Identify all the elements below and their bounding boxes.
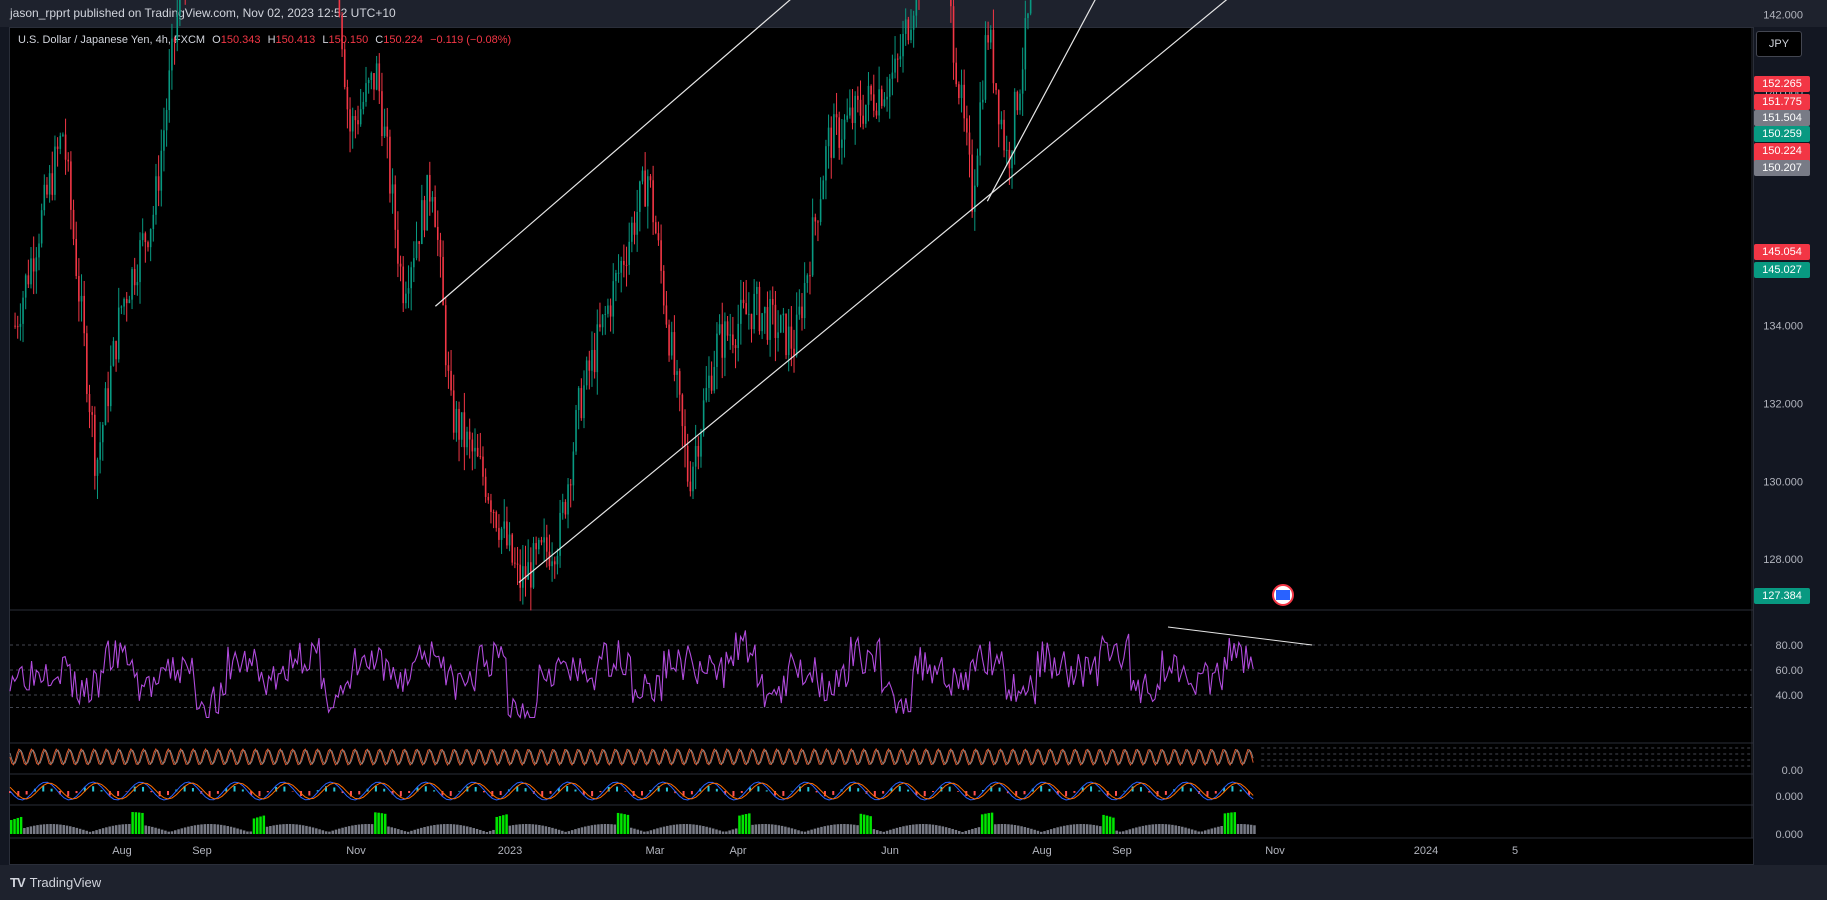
currency-button[interactable]: JPY xyxy=(1756,31,1802,57)
tv-logo-icon: TV xyxy=(10,875,26,890)
price-tag: 145.027 xyxy=(1754,262,1810,278)
macd-tick-label: 0.000 xyxy=(1775,791,1803,803)
tv-logo-text: TradingView xyxy=(29,875,102,890)
rsi-tick-label: 80.00 xyxy=(1775,640,1803,652)
price-tag: 152.265 xyxy=(1754,76,1810,92)
y-tick-label: 134.000 xyxy=(1763,321,1803,333)
high-value: 150.413 xyxy=(275,34,316,46)
y-tick-label: 130.000 xyxy=(1763,476,1803,488)
footer-bar: TV TradingView xyxy=(0,865,1827,900)
published-header: jason_rpprt published on TradingView.com… xyxy=(0,0,1827,27)
price-tag-value: 150.224 xyxy=(1762,145,1802,157)
price-tag: 151.775 xyxy=(1754,94,1810,110)
price-tag: 127.384 xyxy=(1754,588,1810,604)
symbol-title: U.S. Dollar / Japanese Yen, 4h, FXCM xyxy=(18,34,206,46)
open-value: 150.343 xyxy=(220,34,261,46)
rsi-tick-label: 60.00 xyxy=(1775,665,1803,677)
price-tag: 145.054 xyxy=(1754,244,1810,260)
chart-frame xyxy=(9,27,1754,865)
price-tag: 151.504 xyxy=(1754,110,1810,126)
price-tag: 150.207 xyxy=(1754,160,1810,176)
close-value: 150.224 xyxy=(383,34,424,46)
stoch-tick-label: 0.00 xyxy=(1782,765,1803,777)
rsi-tick-label: 40.00 xyxy=(1775,690,1803,702)
y-tick-label: 132.000 xyxy=(1763,399,1803,411)
open-label: O xyxy=(212,34,221,46)
volume-tick-label: 0.000 xyxy=(1775,829,1803,841)
high-label: H xyxy=(267,34,276,46)
symbol-legend: U.S. Dollar / Japanese Yen, 4h, FXCM O15… xyxy=(18,34,511,46)
low-value: 150.150 xyxy=(328,34,369,46)
price-tag: 150.259 xyxy=(1754,126,1810,142)
tradingview-logo[interactable]: TV TradingView xyxy=(10,875,101,890)
y-tick-label: 128.000 xyxy=(1763,554,1803,566)
change-value: −0.119 (−0.08%) xyxy=(430,34,512,46)
